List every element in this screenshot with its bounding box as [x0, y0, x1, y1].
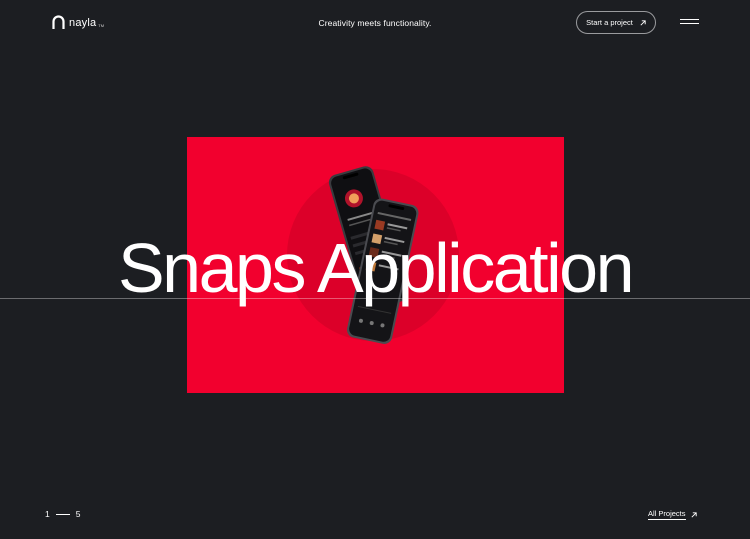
- pager-total: 5: [75, 509, 81, 519]
- arrow-up-right-icon: [690, 512, 697, 518]
- project-title[interactable]: Snaps Application: [0, 228, 750, 308]
- pager-dash: [55, 513, 70, 515]
- start-project-button[interactable]: Start a project: [576, 11, 656, 34]
- all-projects-link[interactable]: All Projects: [648, 510, 697, 520]
- start-project-label: Start a project: [586, 18, 633, 27]
- all-projects-label: All Projects: [648, 509, 686, 520]
- page: nayla TM Creativity meets functionality.…: [0, 0, 750, 539]
- hamburger-menu-icon[interactable]: [680, 18, 699, 26]
- menu-line-bottom: [680, 23, 699, 24]
- slide-pager: 1 5: [45, 509, 80, 519]
- pager-current: 1: [45, 509, 50, 519]
- arrow-up-right-icon: [640, 19, 646, 26]
- menu-line-top: [680, 19, 699, 20]
